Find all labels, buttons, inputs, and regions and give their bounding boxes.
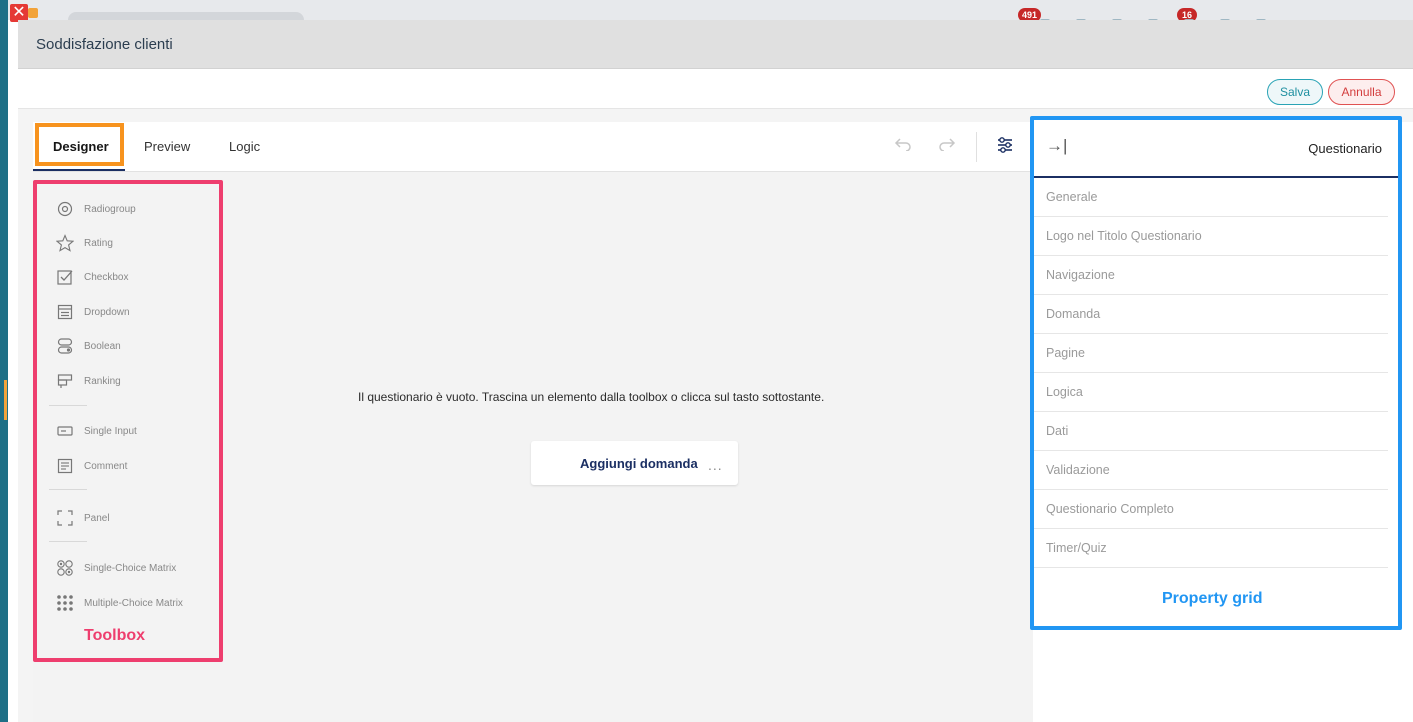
- add-question-button[interactable]: Aggiungi domanda ...: [531, 441, 738, 485]
- property-section[interactable]: Timer/Quiz: [1034, 529, 1388, 568]
- property-grid-annotation-label: Property grid: [1162, 590, 1263, 607]
- dialog-title: Soddisfazione clienti: [36, 36, 173, 53]
- boolean-icon: [55, 336, 75, 356]
- property-section[interactable]: Navigazione: [1034, 256, 1388, 295]
- add-question-label: Aggiungi domanda: [580, 456, 698, 471]
- dialog-action-bar: Salva Annulla: [18, 69, 1413, 109]
- toolbox-item-label: Multiple-Choice Matrix: [84, 597, 183, 609]
- single-input-icon: [55, 421, 75, 441]
- toolbox-item-comment[interactable]: Comment: [55, 454, 127, 478]
- dialog-header: Soddisfazione clienti: [18, 20, 1413, 69]
- multiple-choice-matrix-icon: [55, 593, 75, 613]
- panel-icon: [55, 508, 75, 528]
- survey-dialog: Soddisfazione clienti Salva Annulla Desi…: [18, 20, 1413, 722]
- survey-creator: Designer Preview Logic Radiogroup Rating…: [33, 122, 1033, 722]
- toolbox-item-single-input[interactable]: Single Input: [55, 419, 137, 443]
- app-sidebar-marker: [4, 380, 7, 420]
- property-section[interactable]: Pagine: [1034, 334, 1388, 373]
- property-grid-title: Questionario: [1308, 141, 1382, 156]
- toolbox-item-label: Single Input: [84, 425, 137, 437]
- property-section[interactable]: Dati: [1034, 412, 1388, 451]
- property-section[interactable]: Questionario Completo: [1034, 490, 1388, 529]
- toolbox-item-label: Panel: [84, 512, 110, 524]
- property-section[interactable]: Logica: [1034, 373, 1388, 412]
- toolbox: Radiogroup Rating Checkbox Dropdown Bool…: [33, 180, 223, 662]
- star-icon: [55, 233, 75, 253]
- active-tab-underline: [33, 169, 125, 171]
- comment-icon: [55, 456, 75, 476]
- app-sidebar-strip: [0, 0, 8, 722]
- app-logo: [28, 8, 38, 18]
- toolbox-annotation-label: Toolbox: [84, 627, 146, 644]
- toolbox-item-label: Single-Choice Matrix: [84, 562, 177, 574]
- dropdown-icon: [55, 302, 75, 322]
- property-section[interactable]: Logo nel Titolo Questionario: [1034, 217, 1388, 256]
- designer-tab-highlight: [35, 123, 124, 166]
- ranking-icon: [55, 371, 75, 391]
- toolbox-divider: [49, 405, 87, 406]
- toolbox-item-label: Comment: [84, 460, 128, 472]
- toolbox-item-multiple-choice-matrix[interactable]: Multiple-Choice Matrix: [55, 591, 183, 615]
- toolbox-item-label: Boolean: [84, 340, 121, 352]
- empty-survey-message: Il questionario è vuoto. Trascina un ele…: [358, 390, 825, 404]
- single-choice-matrix-icon: [55, 558, 75, 578]
- redo-icon[interactable]: [937, 136, 957, 156]
- tab-preview[interactable]: Preview: [144, 139, 190, 154]
- toolbox-item-radiogroup[interactable]: Radiogroup: [55, 197, 136, 221]
- property-grid: →| Questionario Generale Logo nel Titolo…: [1030, 116, 1402, 630]
- toolbox-item-checkbox[interactable]: Checkbox: [55, 265, 128, 289]
- undo-icon[interactable]: [893, 136, 913, 156]
- toolbox-item-label: Ranking: [84, 375, 121, 387]
- creator-tabbar: Designer Preview Logic: [33, 122, 1033, 172]
- toolbox-item-label: Rating: [84, 237, 113, 249]
- toolbox-item-label: Dropdown: [84, 306, 130, 318]
- toolbox-divider: [49, 541, 87, 542]
- radiogroup-icon: [55, 199, 75, 219]
- toolbox-item-label: Checkbox: [84, 271, 129, 283]
- toolbox-item-panel[interactable]: Panel: [55, 506, 110, 530]
- save-button[interactable]: Salva: [1267, 79, 1323, 105]
- toolbox-item-boolean[interactable]: Boolean: [55, 334, 121, 358]
- toolbox-item-dropdown[interactable]: Dropdown: [55, 300, 130, 324]
- more-options-icon[interactable]: ...: [708, 457, 723, 473]
- collapse-panel-icon[interactable]: →|: [1046, 136, 1067, 156]
- toolbox-item-ranking[interactable]: Ranking: [55, 369, 121, 393]
- property-section[interactable]: Validazione: [1034, 451, 1388, 490]
- property-section[interactable]: Generale: [1034, 178, 1388, 217]
- toolbar-divider: [976, 132, 977, 162]
- checkbox-icon: [55, 267, 75, 287]
- cancel-button[interactable]: Annulla: [1328, 79, 1395, 105]
- settings-icon[interactable]: [995, 136, 1015, 156]
- toolbox-item-rating[interactable]: Rating: [55, 231, 113, 255]
- property-section[interactable]: Domanda: [1034, 295, 1388, 334]
- tab-logic[interactable]: Logic: [229, 139, 260, 154]
- toolbox-divider: [49, 489, 87, 490]
- property-grid-header: →| Questionario: [1034, 120, 1398, 178]
- toolbox-item-single-choice-matrix[interactable]: Single-Choice Matrix: [55, 556, 176, 580]
- toolbox-item-label: Radiogroup: [84, 203, 136, 215]
